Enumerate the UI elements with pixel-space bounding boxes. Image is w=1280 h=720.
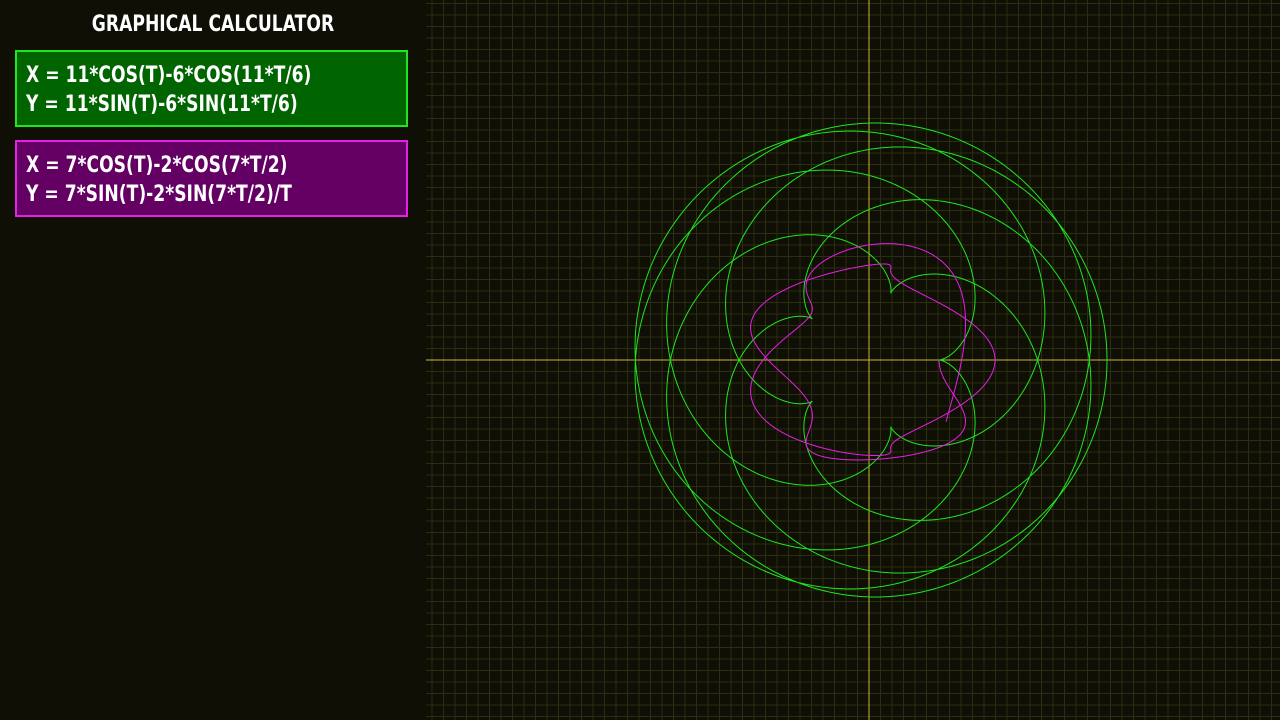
equation-1-y-expression: Y = 11*SIN(T)-6*SIN(11*T/6) xyxy=(26,92,298,117)
app-title: GRAPHICAL CALCULATOR xyxy=(91,12,335,37)
graph-svg xyxy=(426,0,1280,720)
equation-2-box[interactable]: X = 7*COS(T)-2*COS(7*T/2) Y = 7*SIN(T)-2… xyxy=(15,140,408,217)
graph-canvas[interactable] xyxy=(426,0,1280,720)
axes xyxy=(426,0,1280,720)
sidebar: GRAPHICAL CALCULATOR X = 11*COS(T)-6*COS… xyxy=(0,0,426,720)
equation-1-x-expression: X = 11*COS(T)-6*COS(11*T/6) xyxy=(26,63,312,88)
equation-1-box[interactable]: X = 11*COS(T)-6*COS(11*T/6) Y = 11*SIN(T… xyxy=(15,50,408,127)
equation-2-y-expression: Y = 7*SIN(T)-2*SIN(7*T/2)/T xyxy=(26,182,292,207)
equation-2-x-expression: X = 7*COS(T)-2*COS(7*T/2) xyxy=(26,153,288,178)
curve-equation-2 xyxy=(750,243,996,461)
